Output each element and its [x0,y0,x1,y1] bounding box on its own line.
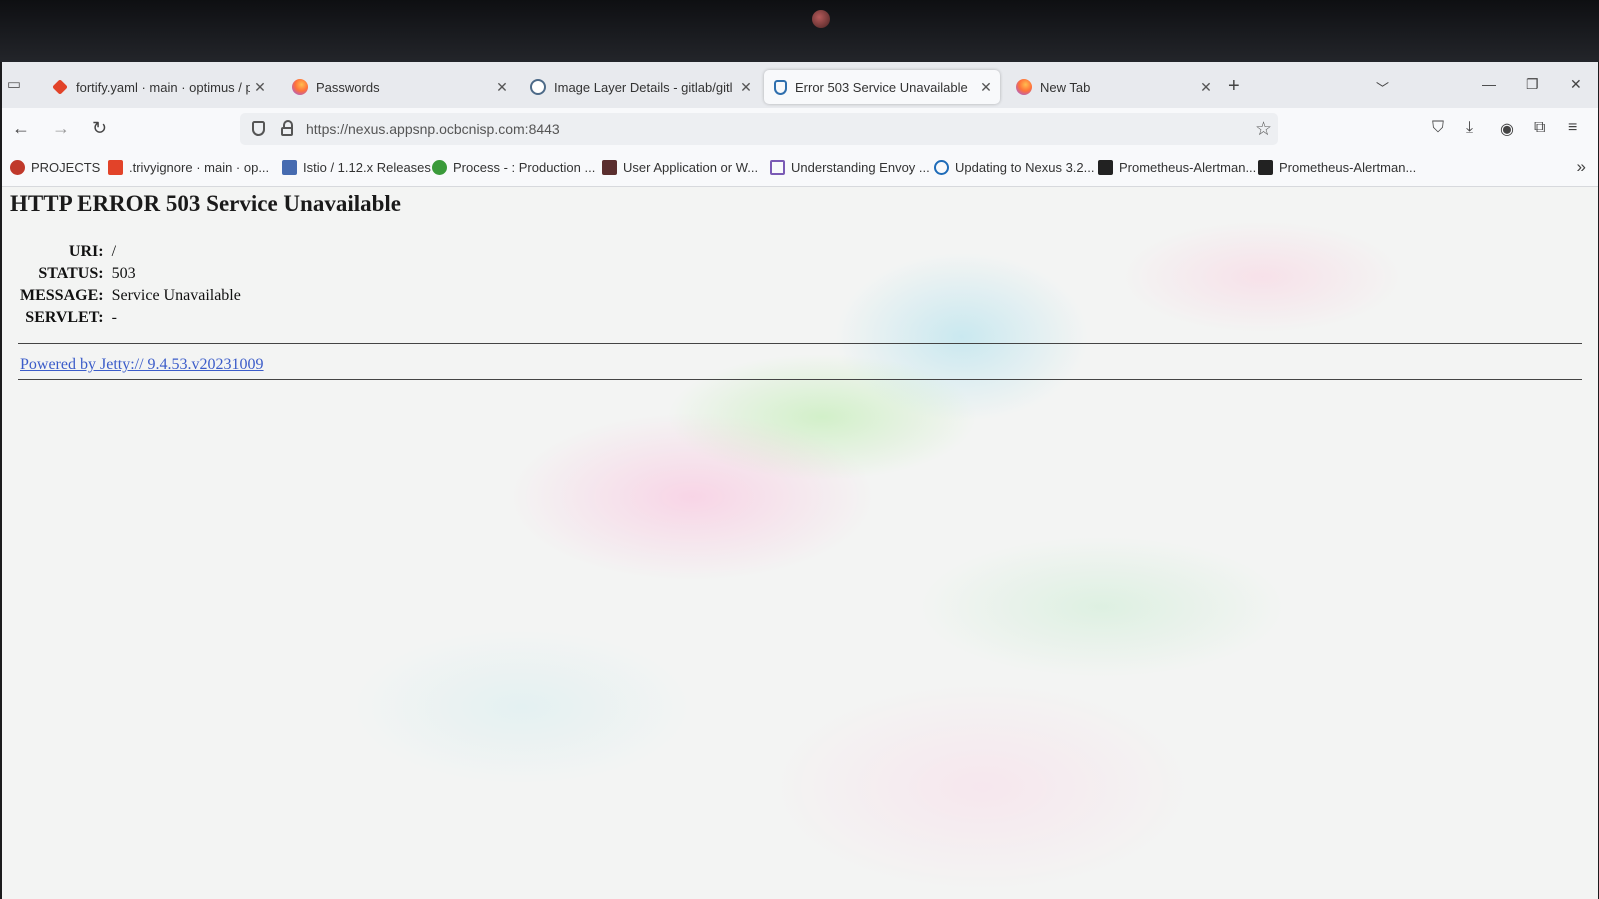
istio-icon [282,160,297,175]
gitlab-icon [52,79,68,95]
back-arrow-icon[interactable]: ← [12,118,30,138]
tab-error-503[interactable]: Error 503 Service Unavailable ✕ [764,70,1000,104]
close-window-icon[interactable]: ✕ [1570,76,1582,93]
envoy-icon [770,160,785,175]
error-details-table: URI: / STATUS: 503 MESSAGE: Service Unav… [16,241,245,329]
message-label: MESSAGE: [20,287,104,304]
url-text[interactable]: https://nexus.appsnp.ocbcnisp.com:8443 [306,121,560,137]
close-tab-icon[interactable]: ✕ [250,79,270,96]
bookmark-user-application[interactable]: User Application or W... [602,160,758,175]
bookmark-label: Updating to Nexus 3.2... [955,160,1095,175]
page-title: HTTP ERROR 503 Service Unavailable [10,191,401,216]
uri-label: URI: [68,243,104,260]
tracking-shield-icon[interactable] [252,121,265,136]
page-content: HTTP ERROR 503 Service Unavailable URI: … [2,187,1598,899]
bookmark-star-icon[interactable]: ☆ [1255,118,1272,141]
extensions-icon[interactable]: ⧉ [1534,119,1545,137]
forward-arrow-icon[interactable]: → [52,118,70,138]
bookmark-updating-nexus[interactable]: Updating to Nexus 3.2... [934,160,1094,175]
message-value: Service Unavailable [111,287,241,304]
gitlab-icon [108,160,123,175]
bookmark-folder-icon [10,160,25,175]
menu-icon[interactable]: ≡ [1568,119,1577,137]
chevron-double-right-icon[interactable]: » [1577,157,1586,177]
bookmark-label: Understanding Envoy ... [791,160,930,175]
bookmark-label: Process - : Production ... [453,160,596,175]
nexus-icon [934,160,949,175]
document-icon [602,160,617,175]
tab-title: Image Layer Details - gitlab/gitl [554,79,733,95]
table-row: STATUS: 503 [16,263,245,285]
status-value: 503 [111,265,136,282]
firefox-icon [1016,79,1032,95]
account-icon[interactable]: ◉ [1500,119,1514,139]
uri-value: / [111,243,117,260]
servlet-label: SERVLET: [25,309,104,326]
process-icon [432,160,447,175]
firefox-icon [292,79,308,95]
tab-new-tab[interactable]: New Tab ✕ [1006,70,1220,104]
bookmark-label: Prometheus-Alertman... [1279,160,1417,175]
chevron-down-icon[interactable]: ﹀ [1376,78,1389,97]
status-label: STATUS: [38,265,104,282]
bookmark-trivyignore[interactable]: .trivyignore · main · op... [108,160,269,175]
bookmark-understanding-envoy[interactable]: Understanding Envoy ... [770,160,930,175]
navigation-toolbar: ← → ↻ https://nexus.appsnp.ocbcnisp.com:… [2,108,1598,150]
tab-list-icon[interactable]: ▭ [4,76,24,94]
tab-image-layer[interactable]: Image Layer Details - gitlab/gitl ✕ [520,70,760,104]
bookmark-label: Istio / 1.12.x Releases [303,160,431,175]
table-row: URI: / [16,241,245,263]
close-tab-icon[interactable]: ✕ [976,79,996,96]
medium-icon [1098,160,1113,175]
tab-bar: ▭ fortify.yaml · main · optimus / p ✕ Pa… [2,62,1598,108]
webcam [812,10,830,28]
tab-title: Passwords [316,79,380,95]
close-tab-icon[interactable]: ✕ [492,79,512,96]
bookmark-label: User Application or W... [623,160,759,175]
reload-icon[interactable]: ↻ [92,118,107,138]
close-tab-icon[interactable]: ✕ [1196,79,1216,96]
tab-title: New Tab [1040,79,1091,95]
bookmark-label: .trivyignore · main · op... [129,160,270,175]
divider [18,343,1582,344]
new-tab-button[interactable]: + [1228,76,1240,96]
tab-title: fortify.yaml · main · optimus / p [76,79,250,95]
medium-icon [1258,160,1273,175]
powered-by-jetty-link[interactable]: Powered by Jetty:// 9.4.53.v20231009 [20,356,264,374]
lock-icon[interactable] [280,120,294,136]
divider [18,379,1582,380]
minimize-icon[interactable]: — [1482,76,1496,92]
table-row: SERVLET: - [16,307,245,329]
restore-icon[interactable]: ❐ [1526,76,1539,93]
table-row: MESSAGE: Service Unavailable [16,285,245,307]
bookmark-label: PROJECTS [31,160,101,175]
laptop-bezel [0,0,1599,62]
docker-icon [530,79,546,95]
bookmark-process[interactable]: Process - : Production ... [432,160,595,175]
bookmark-istio[interactable]: Istio / 1.12.x Releases [282,160,431,175]
bookmark-prometheus-2[interactable]: Prometheus-Alertman... [1258,160,1416,175]
bookmark-projects[interactable]: PROJECTS [10,160,100,175]
shield-icon [774,79,787,95]
pocket-icon[interactable]: ⛉ [1432,119,1444,137]
tab-passwords[interactable]: Passwords ✕ [282,70,516,104]
address-bar[interactable]: https://nexus.appsnp.ocbcnisp.com:8443 ☆ [240,113,1278,145]
browser-window: ▭ fortify.yaml · main · optimus / p ✕ Pa… [2,62,1598,899]
download-icon[interactable]: ⤓ [1466,119,1473,137]
bookmarks-bar: PROJECTS .trivyignore · main · op... Ist… [2,150,1598,187]
bookmark-label: Prometheus-Alertman... [1119,160,1257,175]
bookmark-prometheus-1[interactable]: Prometheus-Alertman... [1098,160,1256,175]
tab-fortify[interactable]: fortify.yaml · main · optimus / p ✕ [42,70,274,104]
tab-title: Error 503 Service Unavailable [795,79,968,95]
close-tab-icon[interactable]: ✕ [736,79,756,96]
servlet-value: - [111,309,117,326]
